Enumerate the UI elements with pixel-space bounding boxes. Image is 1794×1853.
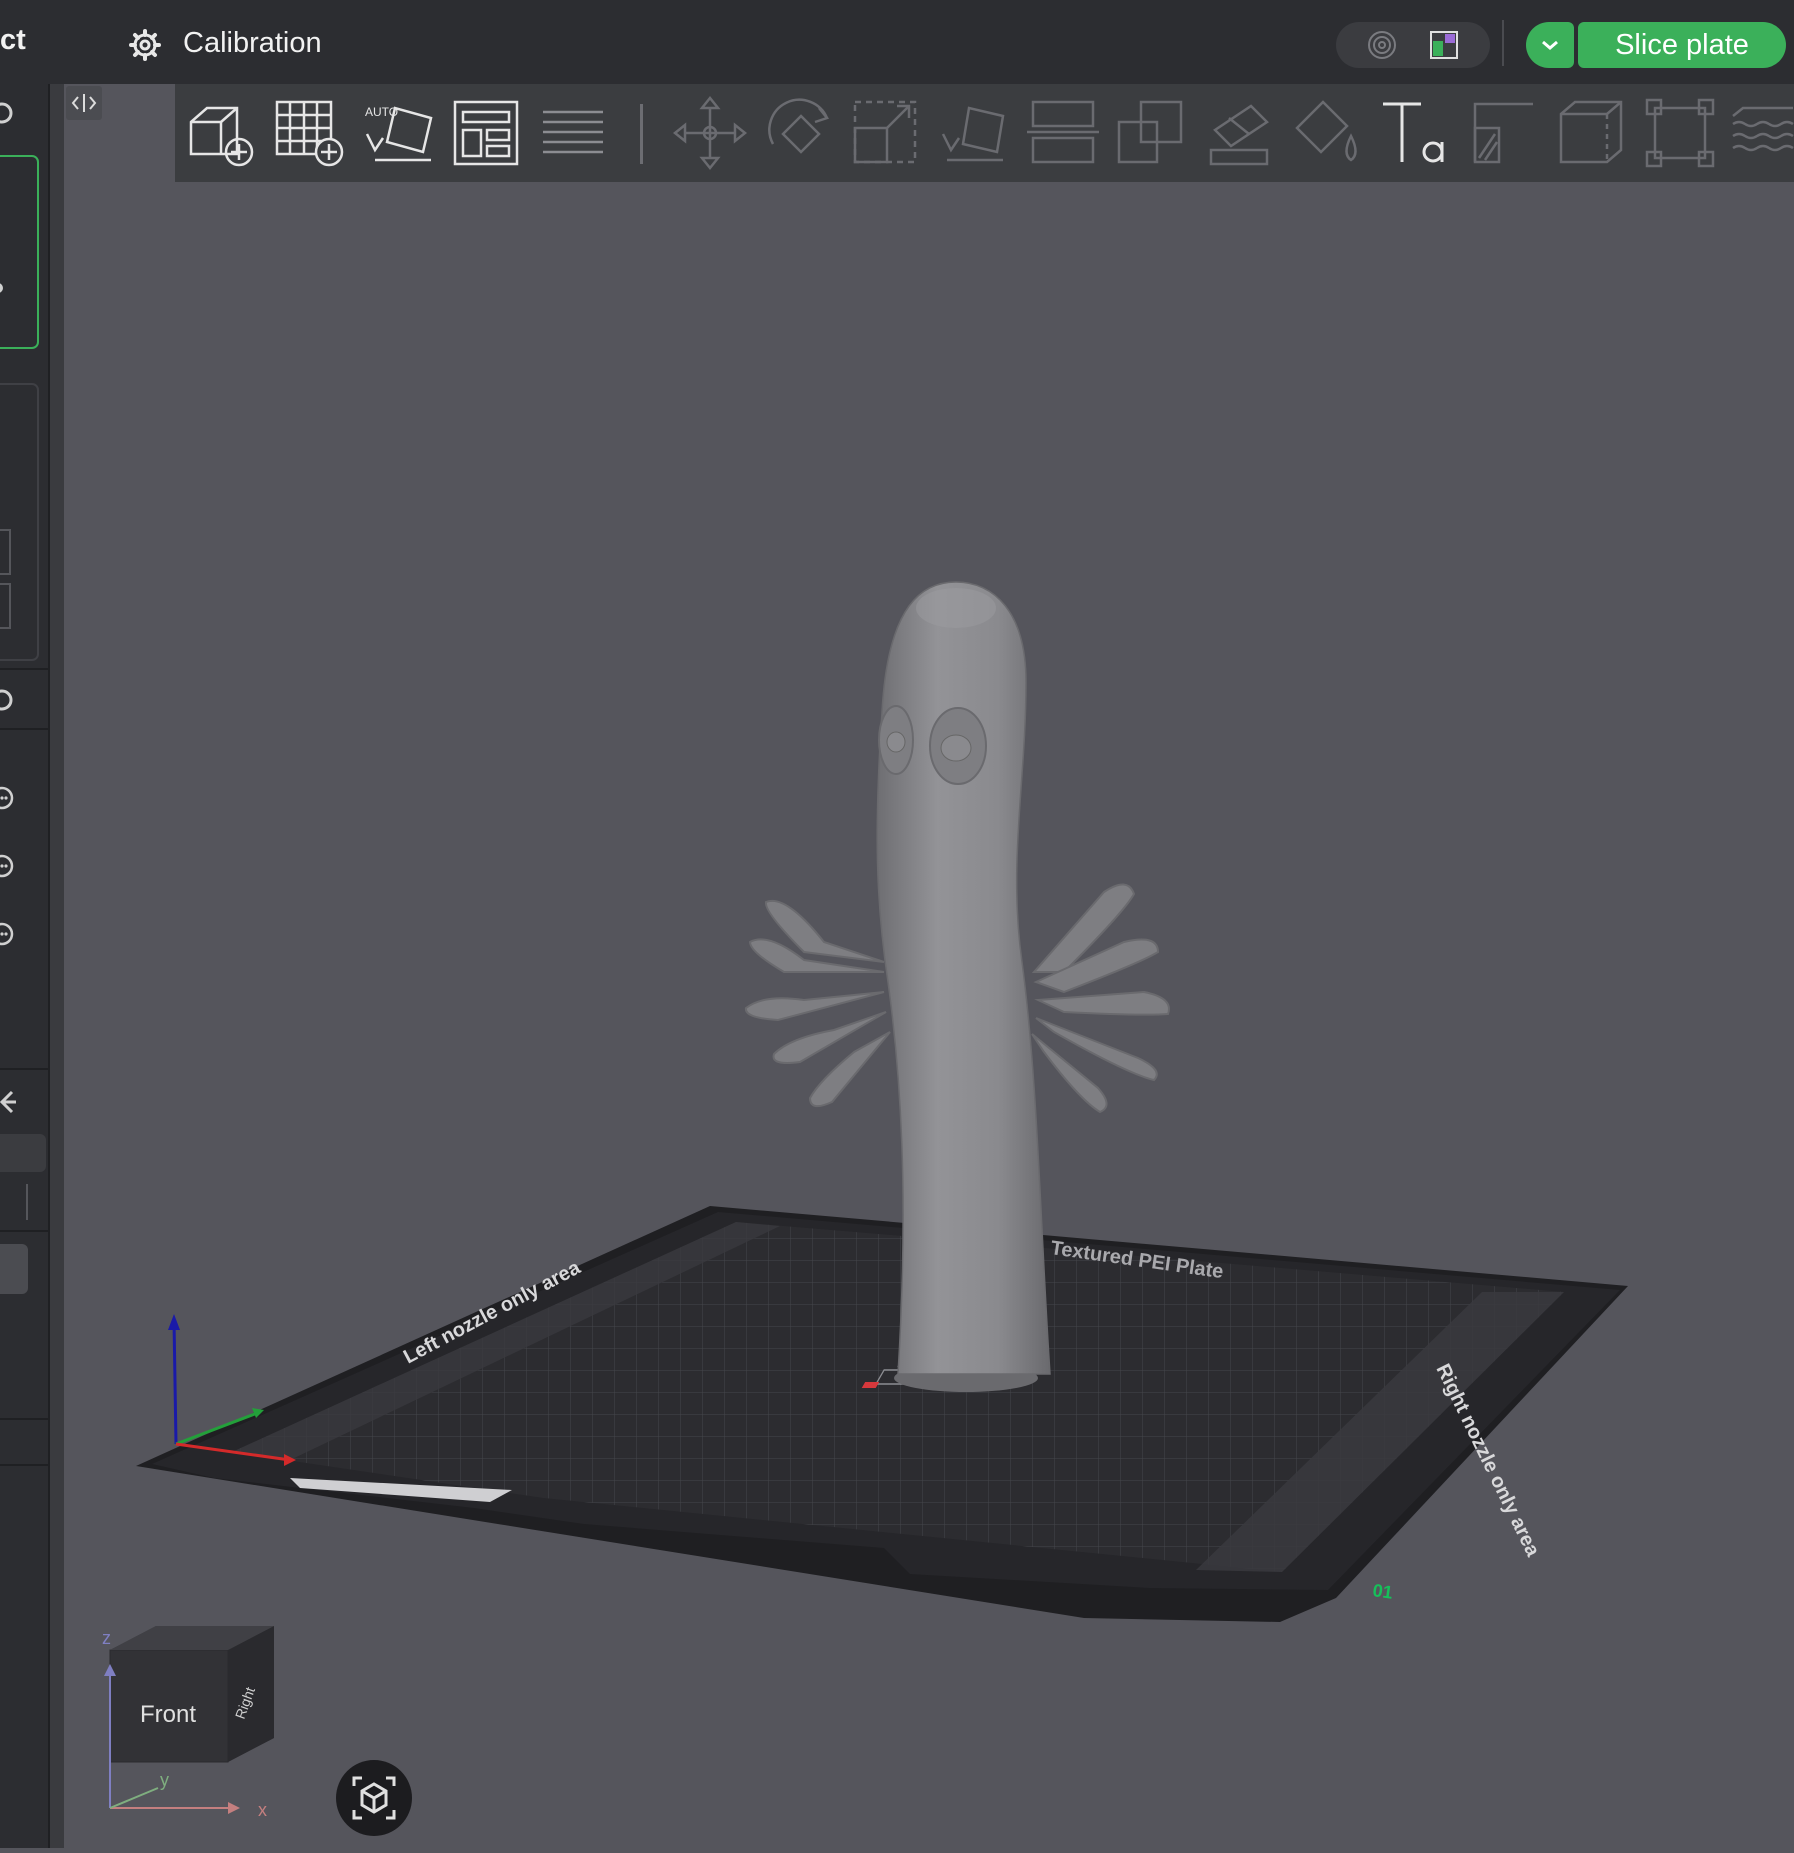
axis-x-label: x bbox=[258, 1800, 267, 1820]
axis-y-label: y bbox=[160, 1770, 169, 1790]
chevron-down-icon bbox=[1542, 40, 1558, 50]
navcube-front[interactable]: Front bbox=[140, 1701, 196, 1728]
toolbar-divider bbox=[1502, 20, 1504, 66]
auto-orient-icon[interactable]: AUTO bbox=[361, 94, 439, 172]
calibration-tab[interactable]: Calibration bbox=[183, 27, 322, 60]
lay-on-face-icon[interactable] bbox=[937, 94, 1015, 172]
object-toolbar: AUTO bbox=[175, 84, 1794, 182]
cut-icon[interactable] bbox=[1025, 94, 1103, 172]
layout-icon[interactable] bbox=[1428, 29, 1460, 61]
left-sidebar bbox=[0, 84, 50, 1848]
snapshot-icon bbox=[352, 1776, 396, 1820]
fuzzy-skin-icon[interactable] bbox=[1729, 94, 1794, 172]
slice-options-dropdown[interactable] bbox=[1526, 22, 1574, 68]
rotate-icon[interactable] bbox=[761, 94, 839, 172]
project-tab-fragment[interactable]: ct bbox=[0, 24, 26, 57]
arrange-icon[interactable] bbox=[449, 94, 527, 172]
slice-plate-button[interactable]: Slice plate bbox=[1578, 22, 1786, 68]
toolbar-separator bbox=[640, 104, 643, 164]
seam-icon[interactable] bbox=[1465, 94, 1543, 172]
collapse-icon bbox=[71, 94, 97, 112]
color-paint-icon[interactable] bbox=[1289, 94, 1367, 172]
panel-gutter bbox=[50, 84, 64, 1848]
add-plate-icon[interactable] bbox=[271, 94, 349, 172]
text-icon[interactable] bbox=[1377, 94, 1455, 172]
add-object-icon[interactable] bbox=[183, 94, 261, 172]
support-paint-icon[interactable] bbox=[1201, 94, 1279, 172]
axis-z-label: z bbox=[102, 1628, 111, 1648]
split-layers-icon[interactable] bbox=[535, 94, 613, 172]
build-plate: Left nozzle only area Textured PEI Plate… bbox=[136, 1206, 1628, 1622]
move-icon[interactable] bbox=[671, 94, 749, 172]
view-3d-icon[interactable] bbox=[1366, 29, 1398, 61]
boolean-icon[interactable] bbox=[1113, 94, 1191, 172]
view-mode-toggle[interactable] bbox=[1336, 22, 1490, 68]
plate-number: 01 bbox=[1371, 1580, 1394, 1603]
sidebar-fragments bbox=[0, 102, 48, 1466]
assembly-icon[interactable] bbox=[1641, 94, 1719, 172]
collapse-sidebar-button[interactable] bbox=[66, 86, 102, 120]
3d-viewport[interactable]: Left nozzle only area Textured PEI Plate… bbox=[64, 182, 1794, 1848]
top-bar: ct Calibration Slice plate bbox=[0, 0, 1794, 84]
gear-icon[interactable] bbox=[128, 28, 162, 62]
view-snapshot-button[interactable] bbox=[336, 1760, 412, 1836]
scale-icon[interactable] bbox=[849, 94, 927, 172]
navigation-cube[interactable]: Front Right z y x bbox=[98, 1620, 298, 1820]
measure-icon[interactable] bbox=[1553, 94, 1631, 172]
